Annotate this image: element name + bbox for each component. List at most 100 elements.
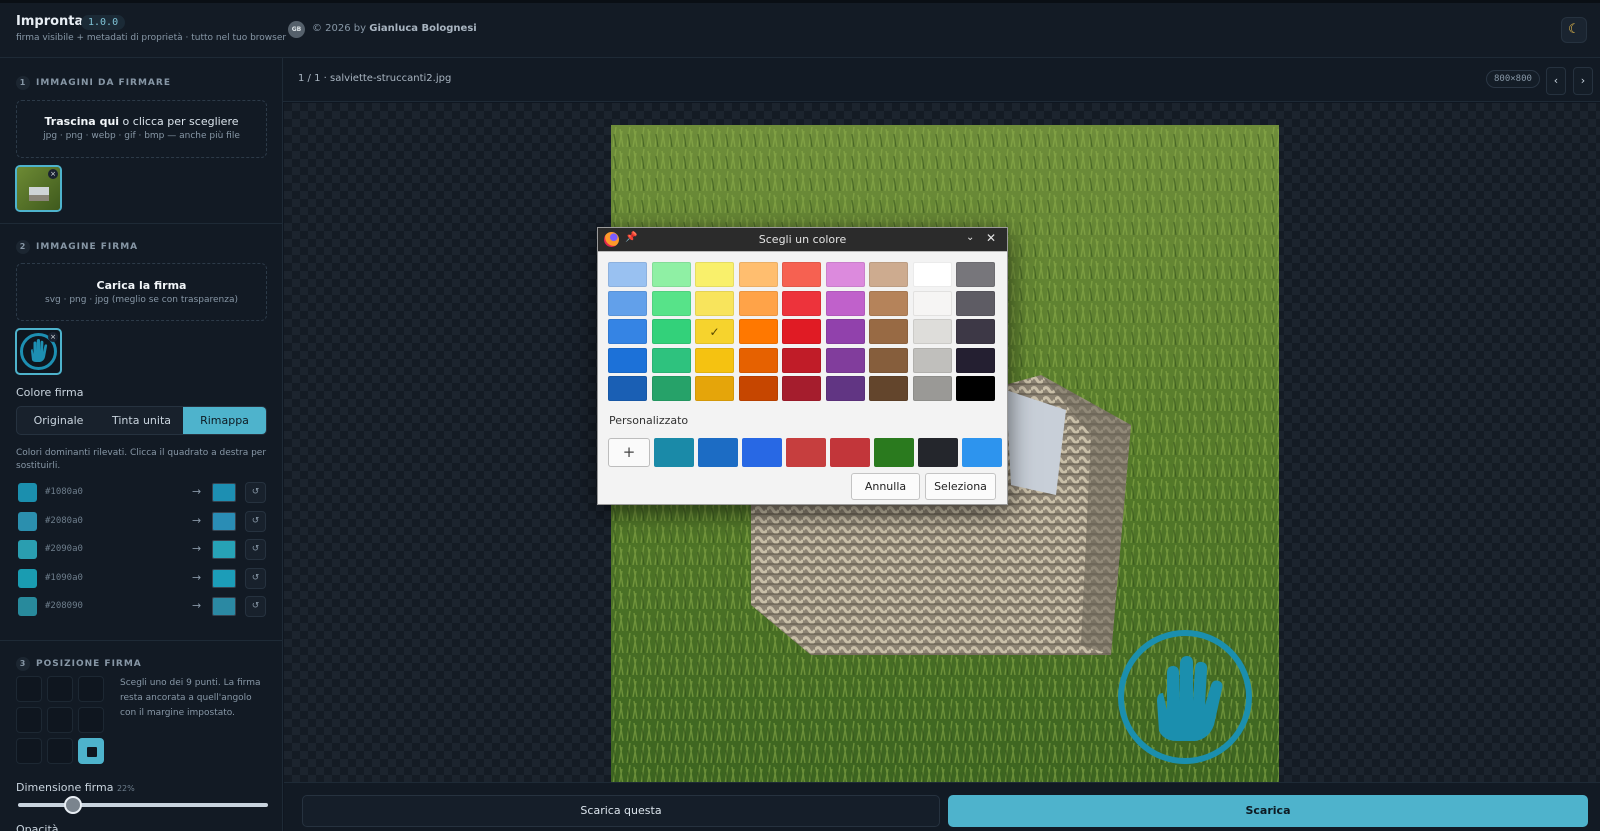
palette-swatch[interactable]: [695, 347, 734, 373]
palette-swatch[interactable]: [956, 376, 995, 401]
custom-color-swatch[interactable]: [962, 438, 1002, 467]
palette-swatch[interactable]: [608, 290, 647, 316]
custom-color-swatch[interactable]: [742, 438, 782, 467]
cancel-button[interactable]: Annulla: [851, 473, 920, 500]
remove-image-icon[interactable]: ×: [48, 169, 58, 179]
position-center[interactable]: [47, 707, 73, 733]
images-dropzone[interactable]: Trascina qui o clicca per scegliere jpg …: [16, 100, 267, 158]
palette-swatch[interactable]: [825, 290, 865, 316]
palette-swatch[interactable]: [782, 376, 821, 401]
custom-color-swatch[interactable]: [786, 438, 826, 467]
palette-swatch[interactable]: [825, 319, 865, 344]
palette-swatch[interactable]: [912, 347, 952, 373]
mode-solid-button[interactable]: Tinta unita: [100, 407, 183, 434]
custom-color-swatch[interactable]: [698, 438, 738, 467]
mode-original-button[interactable]: Originale: [17, 407, 100, 434]
next-image-button[interactable]: ›: [1573, 67, 1593, 95]
position-top-center[interactable]: [47, 676, 73, 702]
palette-swatch[interactable]: [912, 319, 952, 344]
preview-header: [283, 58, 1600, 102]
palette-swatch[interactable]: [738, 319, 778, 344]
position-top-left[interactable]: [16, 676, 42, 702]
palette-swatch[interactable]: [956, 347, 995, 373]
palette-swatch[interactable]: [956, 319, 995, 344]
palette-swatch[interactable]: [825, 262, 865, 287]
position-bottom-left[interactable]: [16, 738, 42, 764]
palette-swatch[interactable]: [608, 319, 647, 344]
detected-color-hex: #2090a0: [45, 544, 83, 554]
color-remap-row: #1090a0 → ↺: [16, 567, 267, 590]
position-middle-right[interactable]: [78, 707, 104, 733]
palette-swatch[interactable]: [869, 290, 908, 316]
palette-swatch[interactable]: [738, 347, 778, 373]
palette-swatch[interactable]: [825, 376, 865, 401]
chevron-down-icon[interactable]: ⌄: [966, 232, 974, 243]
select-button[interactable]: Seleziona: [925, 473, 996, 500]
palette-swatch[interactable]: [869, 376, 908, 401]
palette-swatch[interactable]: [608, 262, 647, 287]
palette-swatch[interactable]: [825, 347, 865, 373]
close-icon[interactable]: ✕: [986, 231, 996, 245]
palette-swatch[interactable]: [738, 262, 778, 287]
size-slider-thumb[interactable]: [64, 796, 82, 814]
reset-color-icon[interactable]: ↺: [245, 567, 266, 589]
position-top-right[interactable]: [78, 676, 104, 702]
palette-swatch[interactable]: [782, 262, 821, 287]
size-slider-track[interactable]: [18, 803, 268, 807]
download-all-button[interactable]: Scarica: [948, 795, 1588, 827]
position-bottom-right[interactable]: [78, 738, 104, 764]
reset-color-icon[interactable]: ↺: [245, 539, 266, 560]
palette-swatch[interactable]: [651, 290, 691, 316]
reset-color-icon[interactable]: ↺: [245, 482, 266, 503]
palette-swatch[interactable]: [695, 290, 734, 316]
palette-swatch[interactable]: [782, 319, 821, 344]
palette-swatch[interactable]: [912, 262, 952, 287]
replacement-color-swatch[interactable]: [212, 597, 236, 616]
download-this-button[interactable]: Scarica questa: [302, 795, 940, 827]
app-subtitle: firma visibile + metadati di proprietà ·…: [16, 33, 287, 43]
prev-image-button[interactable]: ‹: [1546, 67, 1566, 95]
palette-swatch[interactable]: [912, 290, 952, 316]
theme-toggle-button[interactable]: ☾: [1561, 17, 1587, 43]
palette-swatch[interactable]: [869, 262, 908, 287]
reset-color-icon[interactable]: ↺: [245, 596, 266, 617]
image-thumbnail[interactable]: ×: [15, 165, 62, 212]
custom-color-swatch[interactable]: [918, 438, 958, 467]
custom-color-swatch[interactable]: [654, 438, 694, 467]
palette-swatch[interactable]: [695, 376, 734, 401]
palette-swatch[interactable]: [651, 376, 691, 401]
palette-swatch[interactable]: [782, 347, 821, 373]
signature-thumbnail[interactable]: ×: [15, 328, 62, 375]
mode-remap-button[interactable]: Rimappa: [183, 407, 266, 434]
position-middle-left[interactable]: [16, 707, 42, 733]
position-bottom-center[interactable]: [47, 738, 73, 764]
palette-swatch[interactable]: [956, 290, 995, 316]
palette-swatch[interactable]: [782, 290, 821, 316]
custom-color-swatch[interactable]: [874, 438, 914, 467]
palette-swatch[interactable]: [608, 376, 647, 401]
reset-color-icon[interactable]: ↺: [245, 510, 266, 532]
palette-swatch[interactable]: [651, 319, 691, 344]
palette-swatch[interactable]: [956, 262, 995, 287]
replacement-color-swatch[interactable]: [212, 511, 236, 531]
custom-color-swatch[interactable]: [830, 438, 870, 467]
replacement-color-swatch[interactable]: [212, 483, 236, 502]
chevron-right-icon: ›: [1580, 74, 1586, 87]
palette-swatch[interactable]: [869, 347, 908, 373]
palette-swatch[interactable]: [651, 347, 691, 373]
replacement-color-swatch[interactable]: [212, 568, 236, 588]
replacement-color-swatch[interactable]: [212, 540, 236, 559]
palette-swatch[interactable]: [608, 347, 647, 373]
palette-swatch[interactable]: [912, 376, 952, 401]
remove-signature-icon[interactable]: ×: [48, 332, 58, 342]
signature-dropzone[interactable]: Carica la firma svg · png · jpg (meglio …: [16, 263, 267, 321]
size-value: 22%: [116, 784, 135, 793]
palette-swatch[interactable]: [869, 319, 908, 344]
palette-swatch[interactable]: ✓: [695, 319, 734, 344]
palette-swatch[interactable]: [738, 290, 778, 316]
palette-swatch[interactable]: [738, 376, 778, 401]
add-custom-color-button[interactable]: +: [608, 438, 650, 467]
palette-swatch[interactable]: [651, 262, 691, 287]
palette-swatch[interactable]: [695, 262, 734, 287]
top-bar: [0, 0, 1600, 58]
